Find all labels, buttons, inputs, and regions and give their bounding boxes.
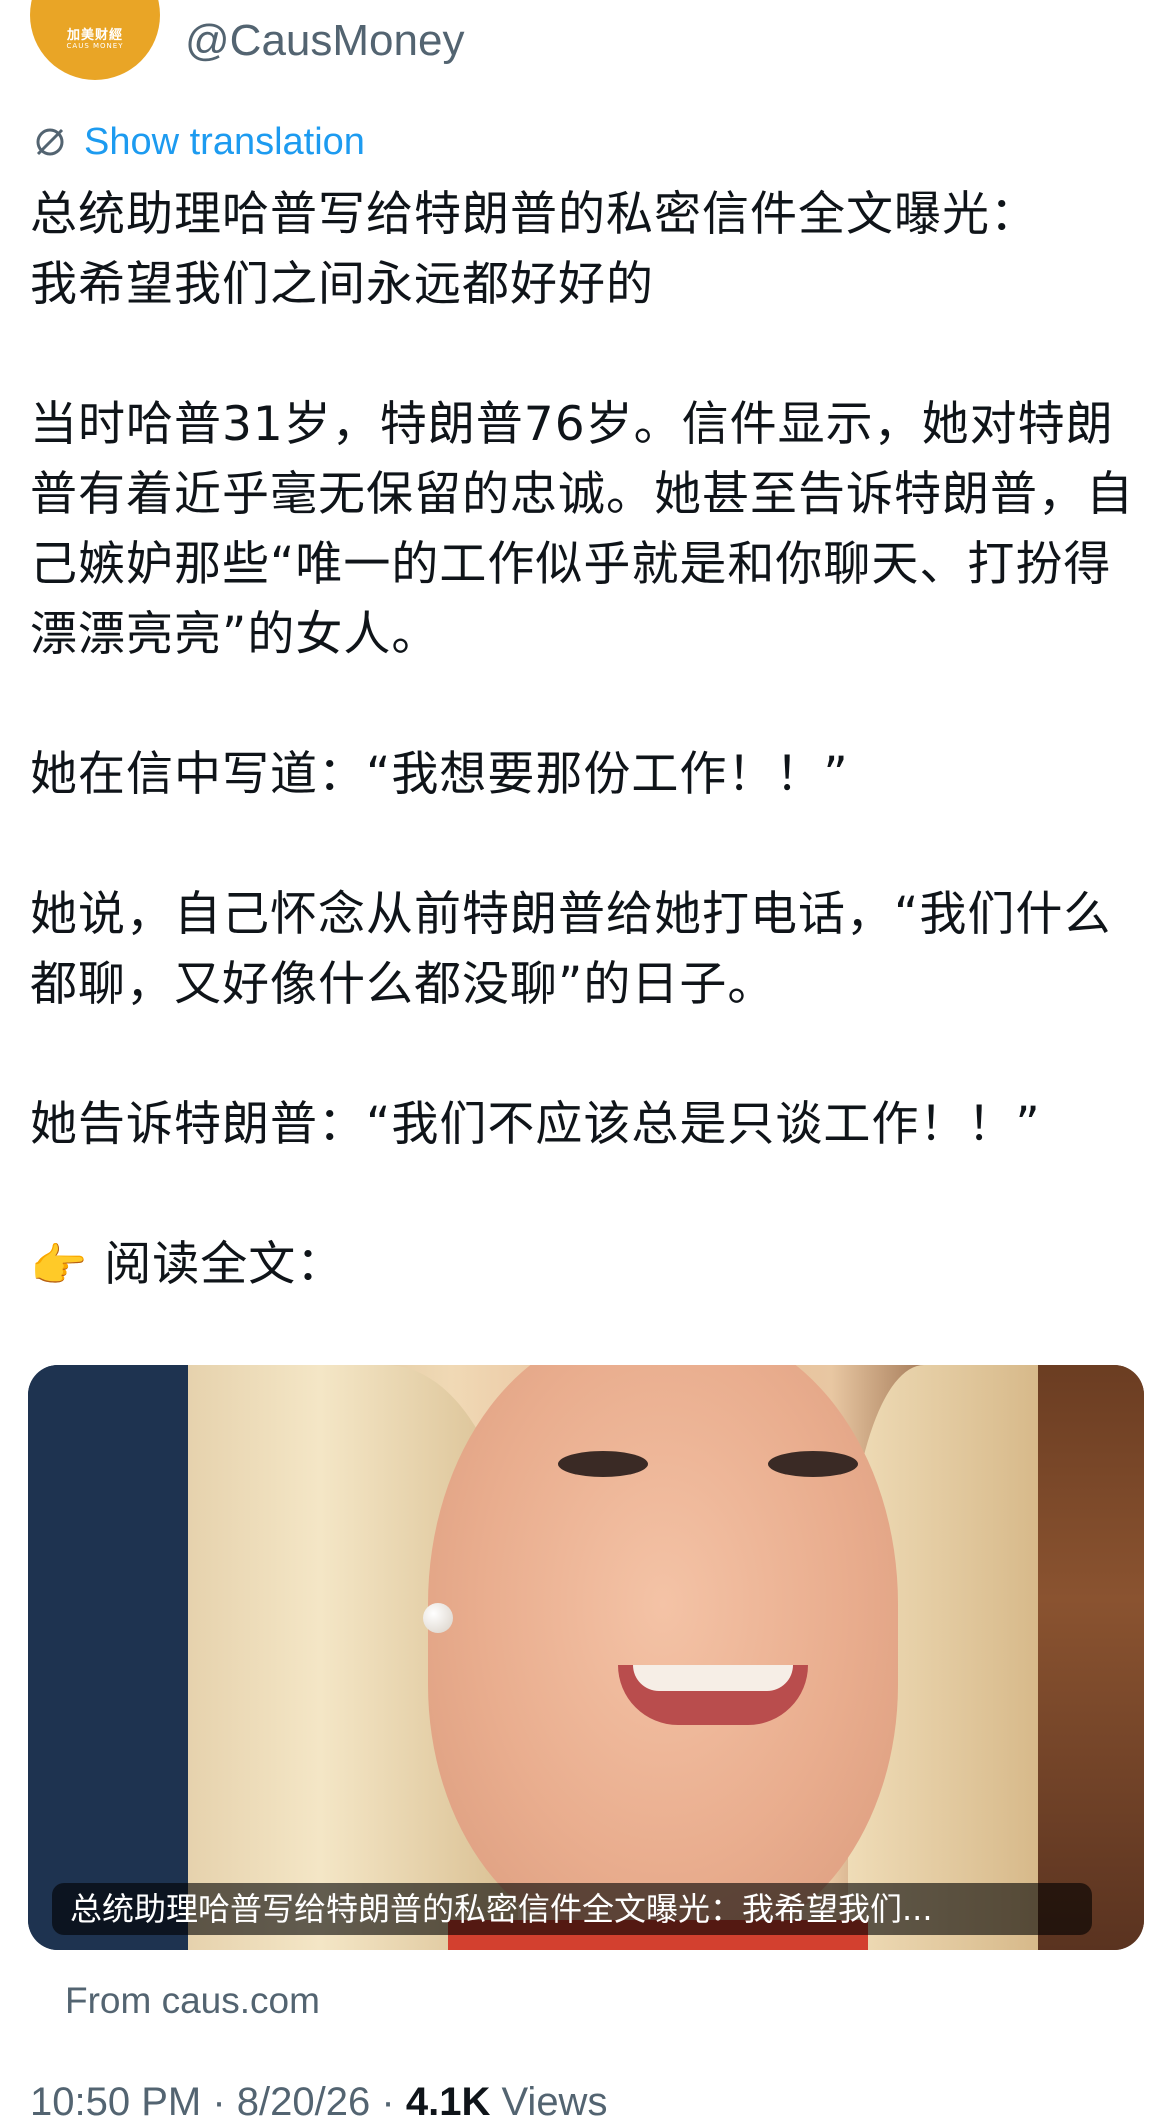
tweet-paragraph: 她说，自己怀念从前特朗普给她打电话，“我们什么都聊，又好像什么都没聊”的日子。 <box>30 887 1112 1012</box>
link-card[interactable]: 总统助理哈普写给特朗普的私密信件全文曝光：我希望我们... <box>28 1365 1144 1950</box>
avatar-logo-text: 加美财經 <box>66 28 123 43</box>
pointing-hand-icon: 👉 <box>30 1238 89 1292</box>
avatar-logo-subtext: CAUS MONEY <box>66 42 124 50</box>
show-translation-label: Show translation <box>84 120 365 163</box>
tweet-metadata: 10:50 PM · 8/20/26 · 4.1K Views <box>30 2080 607 2125</box>
tweet-header: 加美财經 CAUS MONEY @CausMoney <box>0 0 1170 90</box>
read-full-text-label: 阅读全文： <box>104 1237 345 1292</box>
views-label: Views <box>501 2080 608 2124</box>
tweet-text: 总统助理哈普写给特朗普的私密信件全文曝光： 我希望我们之间永远都好好的 当时哈普… <box>30 180 1145 1300</box>
tweet-paragraph: 当时哈普31岁，特朗普76岁。信件显示，她对特朗普有着近乎毫无保留的忠诚。她甚至… <box>30 397 1134 662</box>
tweet-paragraph: 她在信中写道：“我想要那份工作！！” <box>30 747 849 802</box>
card-caption: 总统助理哈普写给特朗普的私密信件全文曝光：我希望我们... <box>52 1883 1092 1935</box>
tweet-time[interactable]: 10:50 PM <box>30 2080 201 2124</box>
read-full-text: 👉 阅读全文： <box>30 1230 1145 1300</box>
user-handle[interactable]: @CausMoney <box>185 16 464 66</box>
show-translation-button[interactable]: Show translation <box>30 118 365 166</box>
tweet-paragraph: 她告诉特朗普：“我们不应该总是只谈工作！！” <box>30 1097 1041 1152</box>
tweet-headline-line-2: 我希望我们之间永远都好好的 <box>30 257 654 312</box>
separator: · <box>381 2080 395 2124</box>
avatar[interactable]: 加美财經 CAUS MONEY <box>30 0 160 80</box>
tweet-date[interactable]: 8/20/26 <box>237 2080 370 2124</box>
translate-icon <box>36 128 64 156</box>
views-count: 4.1K <box>405 2080 491 2124</box>
tweet-headline-line-1: 总统助理哈普写给特朗普的私密信件全文曝光： <box>30 187 1038 242</box>
separator: · <box>212 2080 226 2124</box>
card-source-link[interactable]: From caus.com <box>65 1980 320 2022</box>
